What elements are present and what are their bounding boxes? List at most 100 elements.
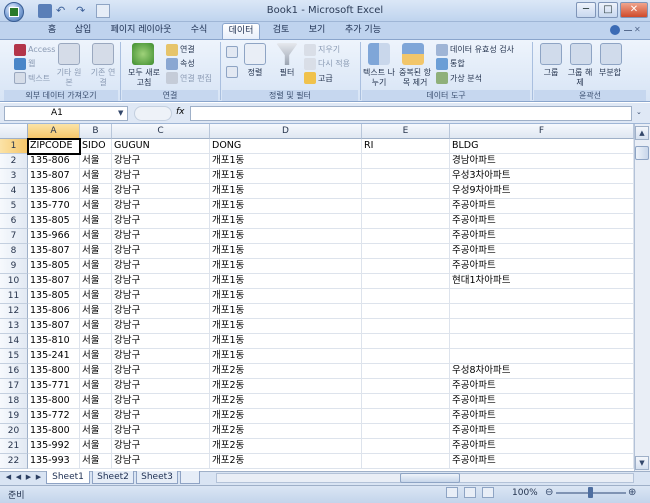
row-header[interactable]: 9 xyxy=(0,259,28,274)
cell-c[interactable]: 강남구 xyxy=(112,229,210,244)
cell-f[interactable] xyxy=(450,289,634,304)
cell-e[interactable] xyxy=(362,409,450,424)
cell-d[interactable]: 개포2동 xyxy=(210,439,362,454)
cell-e[interactable] xyxy=(362,184,450,199)
column-header-d[interactable]: D xyxy=(210,124,362,139)
row-header[interactable]: 5 xyxy=(0,199,28,214)
close-button[interactable]: ✕ xyxy=(620,2,648,18)
cell-f[interactable] xyxy=(450,319,634,334)
cell-f[interactable]: 우성8차아파트 xyxy=(450,364,634,379)
cell-d[interactable]: 개포1동 xyxy=(210,289,362,304)
cell-b[interactable]: 서울 xyxy=(80,184,112,199)
maximize-button[interactable]: □ xyxy=(598,2,618,18)
text-button[interactable]: 텍스트 xyxy=(28,74,50,84)
cell-a[interactable]: 135-241 xyxy=(28,349,80,364)
cell-b[interactable]: 서울 xyxy=(80,229,112,244)
row-header[interactable]: 14 xyxy=(0,334,28,349)
cell-a[interactable]: 135-992 xyxy=(28,439,80,454)
cell-a[interactable]: 135-810 xyxy=(28,334,80,349)
cell-e[interactable] xyxy=(362,424,450,439)
row-header[interactable]: 18 xyxy=(0,394,28,409)
cell-e[interactable] xyxy=(362,169,450,184)
cell-f[interactable] xyxy=(450,304,634,319)
row-header[interactable]: 11 xyxy=(0,289,28,304)
cell-a[interactable]: 135-807 xyxy=(28,244,80,259)
formula-bar-collapse-icon[interactable]: ⌄ xyxy=(636,108,642,116)
cell-d[interactable]: 개포1동 xyxy=(210,184,362,199)
select-all-button[interactable] xyxy=(0,124,28,139)
cell-e[interactable] xyxy=(362,214,450,229)
data-validation-button[interactable]: 데이터 유효성 검사 xyxy=(450,45,514,55)
sort-descending-icon[interactable] xyxy=(226,66,238,78)
zoom-slider-thumb[interactable] xyxy=(588,487,593,498)
name-box[interactable]: A1 xyxy=(4,106,128,121)
remove-duplicates-button[interactable]: 중복된 항목 제거 xyxy=(396,68,434,88)
help-icon[interactable] xyxy=(610,25,620,35)
reapply-button[interactable]: 다시 적용 xyxy=(318,59,350,69)
cell-d[interactable]: 개포1동 xyxy=(210,349,362,364)
tab-page-layout[interactable]: 페이지 레이아웃 xyxy=(104,23,178,39)
column-header-b[interactable]: B xyxy=(80,124,112,139)
normal-view-icon[interactable] xyxy=(446,487,458,498)
cell-f[interactable]: BLDG xyxy=(450,139,634,154)
sheet-tab-3[interactable]: Sheet3 xyxy=(136,471,178,484)
cell-b[interactable]: SIDO xyxy=(80,139,112,154)
cell-a[interactable]: 135-770 xyxy=(28,199,80,214)
what-if-analysis-button[interactable]: 가상 분석 xyxy=(450,74,482,84)
cell-c[interactable]: 강남구 xyxy=(112,289,210,304)
ungroup-button[interactable]: 그룹 해제 xyxy=(566,68,594,88)
cell-b[interactable]: 서울 xyxy=(80,394,112,409)
cell-f[interactable]: 경남아파트 xyxy=(450,154,634,169)
column-header-e[interactable]: E xyxy=(362,124,450,139)
cell-b[interactable]: 서울 xyxy=(80,214,112,229)
cell-c[interactable]: 강남구 xyxy=(112,154,210,169)
zoom-in-icon[interactable]: ⊕ xyxy=(628,487,636,498)
consolidate-button[interactable]: 통합 xyxy=(450,59,465,69)
ribbon-minimize-icon[interactable] xyxy=(624,27,632,31)
filter-button[interactable]: 필터 xyxy=(274,68,300,78)
ribbon-close-icon[interactable]: ✕ xyxy=(634,25,641,34)
cell-c[interactable]: 강남구 xyxy=(112,379,210,394)
cell-c[interactable]: 강남구 xyxy=(112,364,210,379)
cell-a[interactable]: 135-807 xyxy=(28,169,80,184)
row-header[interactable]: 12 xyxy=(0,304,28,319)
tab-insert[interactable]: 삽입 xyxy=(68,23,98,39)
row-header[interactable]: 21 xyxy=(0,439,28,454)
cell-d[interactable]: 개포1동 xyxy=(210,154,362,169)
sort-ascending-icon[interactable] xyxy=(226,46,238,58)
cell-a[interactable]: 135-800 xyxy=(28,364,80,379)
tab-data[interactable]: 데이터 xyxy=(222,23,260,39)
row-header[interactable]: 2 xyxy=(0,154,28,169)
column-header-a[interactable]: A xyxy=(28,124,80,139)
insert-sheet-icon[interactable] xyxy=(180,471,200,484)
subtotal-button[interactable]: 부분합 xyxy=(596,68,624,78)
cell-e[interactable] xyxy=(362,454,450,469)
tab-add-ins[interactable]: 추가 기능 xyxy=(338,23,388,39)
clear-button[interactable]: 지우기 xyxy=(318,45,340,55)
formula-input[interactable] xyxy=(190,106,632,121)
cell-f[interactable]: 주공아파트 xyxy=(450,424,634,439)
cell-b[interactable]: 서울 xyxy=(80,454,112,469)
cell-b[interactable]: 서울 xyxy=(80,439,112,454)
vertical-scrollbar[interactable] xyxy=(634,124,650,471)
cell-f[interactable]: 우성3차아파트 xyxy=(450,169,634,184)
scroll-down-button[interactable]: ▼ xyxy=(635,456,649,470)
cell-d[interactable]: 개포1동 xyxy=(210,274,362,289)
row-header[interactable]: 15 xyxy=(0,349,28,364)
sort-button[interactable]: 정렬 xyxy=(244,68,266,78)
cell-d[interactable]: 개포1동 xyxy=(210,214,362,229)
cell-f[interactable]: 주공아파트 xyxy=(450,439,634,454)
cell-a[interactable]: 135-805 xyxy=(28,259,80,274)
cell-f[interactable]: 주공아파트 xyxy=(450,409,634,424)
cell-d[interactable]: 개포1동 xyxy=(210,169,362,184)
cell-b[interactable]: 서울 xyxy=(80,334,112,349)
text-to-columns-button[interactable]: 텍스트 나누기 xyxy=(362,68,396,88)
vertical-scroll-thumb[interactable] xyxy=(635,146,649,160)
cell-b[interactable]: 서울 xyxy=(80,319,112,334)
row-header[interactable]: 8 xyxy=(0,244,28,259)
cell-d[interactable]: DONG xyxy=(210,139,362,154)
properties-button[interactable]: 속성 xyxy=(180,59,195,69)
zoom-level[interactable]: 100% xyxy=(512,488,538,498)
cell-d[interactable]: 개포1동 xyxy=(210,244,362,259)
cell-c[interactable]: 강남구 xyxy=(112,334,210,349)
